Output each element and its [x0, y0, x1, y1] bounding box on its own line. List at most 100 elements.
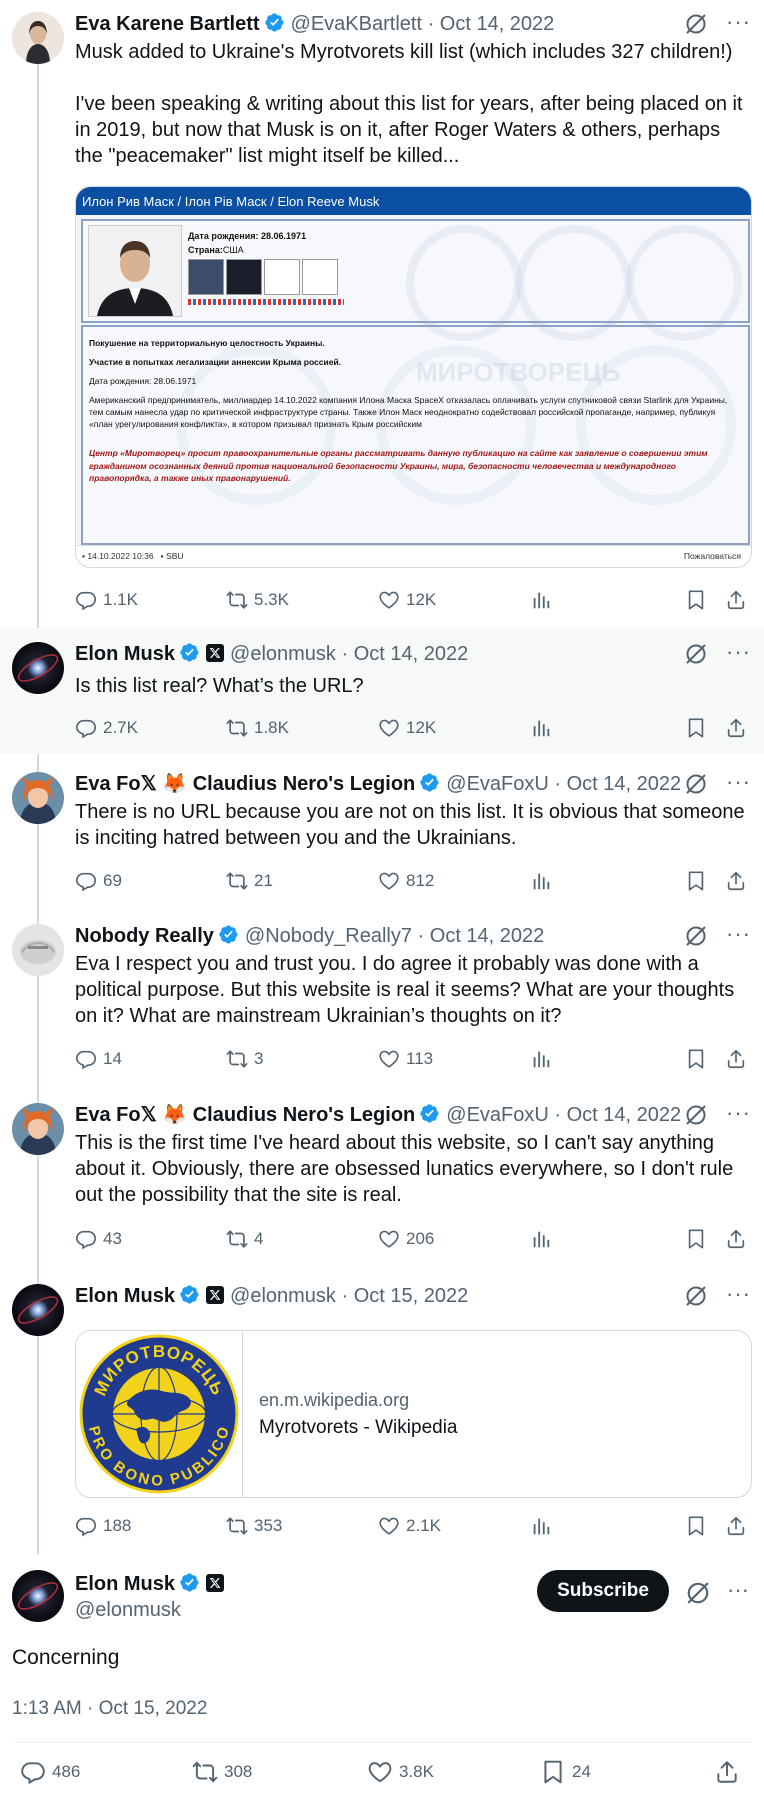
- subscribe-button[interactable]: Subscribe: [537, 1570, 669, 1612]
- author-handle[interactable]: @elonmusk: [75, 1599, 181, 1621]
- tweet-image[interactable]: Илон Рив Маск / Ілон Рів Маск / Elon Ree…: [75, 186, 752, 568]
- grok-icon[interactable]: [684, 1284, 708, 1308]
- avatar[interactable]: [12, 642, 64, 694]
- author-name[interactable]: Elon Musk: [75, 1285, 175, 1307]
- reply-button[interactable]: 2.7K: [75, 716, 138, 740]
- tweet-date[interactable]: · Oct 14, 2022: [554, 1104, 681, 1126]
- author-handle[interactable]: @elonmusk: [230, 1285, 336, 1307]
- more-options-icon[interactable]: ···: [726, 1283, 750, 1308]
- avatar[interactable]: [12, 924, 64, 976]
- link-preview-card[interactable]: МИРОТВОРЕЦЬ PRO BONO PUBLICO en.m.wikipe…: [75, 1330, 752, 1498]
- tweet-date[interactable]: · Oct 14, 2022: [554, 773, 681, 795]
- tweet-header: Nobody Really @Nobody_Really7 · Oct 14, 2…: [75, 924, 544, 948]
- author-name[interactable]: Elon Musk: [75, 643, 175, 665]
- grok-icon[interactable]: [684, 1103, 708, 1127]
- footer-date-text: 14.10.2022 10:36: [87, 551, 154, 561]
- more-options-icon[interactable]: ···: [726, 1579, 750, 1604]
- tweet-date[interactable]: · Oct 14, 2022: [418, 925, 545, 947]
- repost-button[interactable]: 3: [226, 1047, 263, 1071]
- grok-icon[interactable]: [684, 772, 708, 796]
- views-button[interactable]: [530, 1047, 558, 1071]
- image-header-title: Илон Рив Маск / Ілон Рів Маск / Elon Ree…: [82, 194, 380, 209]
- like-button[interactable]: 113: [378, 1047, 433, 1071]
- tweet-date[interactable]: · Oct 14, 2022: [428, 13, 555, 35]
- like-button[interactable]: 2.1K: [378, 1514, 441, 1538]
- like-button[interactable]: 812: [378, 869, 434, 893]
- repost-count: 3: [254, 1049, 264, 1068]
- link-title: Myrotvorets - Wikipedia: [259, 1417, 458, 1438]
- reply-button[interactable]: 486: [20, 1760, 80, 1784]
- bookmark-button[interactable]: [685, 716, 713, 740]
- views-button[interactable]: [530, 1227, 558, 1251]
- avatar[interactable]: [12, 772, 64, 824]
- repost-button[interactable]: 21: [226, 869, 273, 893]
- reply-button[interactable]: 188: [75, 1514, 131, 1538]
- repost-button[interactable]: 1.8K: [226, 716, 289, 740]
- more-options-icon[interactable]: ···: [726, 1102, 750, 1127]
- reply-button[interactable]: 43: [75, 1227, 122, 1251]
- share-button[interactable]: [725, 1047, 753, 1071]
- tweet-text: There is no URL because you are not on t…: [75, 801, 751, 849]
- views-button[interactable]: [530, 869, 558, 893]
- like-button[interactable]: 3.8K: [367, 1760, 434, 1784]
- like-button[interactable]: 206: [378, 1227, 434, 1251]
- like-button[interactable]: 12K: [378, 716, 436, 740]
- grok-icon[interactable]: [685, 1580, 711, 1606]
- like-count: 12K: [406, 718, 437, 737]
- avatar[interactable]: [12, 1103, 64, 1155]
- birth-date-2: Дата рождения: 28.06.1971: [89, 376, 197, 386]
- repost-button[interactable]: 4: [226, 1227, 263, 1251]
- reply-button[interactable]: 14: [75, 1047, 122, 1071]
- more-options-icon[interactable]: ···: [726, 11, 750, 36]
- views-button[interactable]: [530, 588, 558, 612]
- bookmark-button[interactable]: [685, 1047, 713, 1071]
- reply-button[interactable]: 1.1K: [75, 588, 138, 612]
- author-handle[interactable]: @elonmusk: [230, 643, 336, 665]
- tweet-header: Eva Fo𝕏 🦊 Claudius Nero's Legion @EvaFoxU…: [75, 1103, 681, 1127]
- repost-count: 4: [254, 1229, 264, 1248]
- tweet-date[interactable]: · Oct 15, 2022: [341, 1285, 468, 1307]
- repost-count: 353: [254, 1516, 283, 1535]
- author-handle[interactable]: @EvaFoxU: [446, 773, 549, 795]
- more-options-icon[interactable]: ···: [726, 923, 750, 948]
- share-button[interactable]: [714, 1760, 746, 1784]
- grok-icon[interactable]: [684, 642, 708, 666]
- avatar[interactable]: [12, 1284, 64, 1336]
- bookmark-button[interactable]: [685, 1514, 713, 1538]
- reply-button[interactable]: 69: [75, 869, 122, 893]
- avatar[interactable]: [12, 12, 64, 64]
- repost-button[interactable]: 308: [192, 1760, 252, 1784]
- author-name[interactable]: Eva Karene Bartlett: [75, 13, 260, 35]
- more-options-icon[interactable]: ···: [726, 771, 750, 796]
- author-handle[interactable]: @EvaFoxU: [446, 1104, 549, 1126]
- views-button[interactable]: [530, 1514, 558, 1538]
- bookmark-button[interactable]: [685, 869, 713, 893]
- bookmark-button[interactable]: [685, 588, 713, 612]
- repost-button[interactable]: 353: [226, 1514, 282, 1538]
- share-button[interactable]: [725, 1227, 753, 1251]
- bookmark-button[interactable]: [685, 1227, 713, 1251]
- like-button[interactable]: 12K: [378, 588, 436, 612]
- share-button[interactable]: [725, 869, 753, 893]
- country-value: США: [222, 245, 244, 255]
- bookmark-button[interactable]: 24: [540, 1760, 591, 1784]
- tweet-date[interactable]: · Oct 14, 2022: [341, 643, 468, 665]
- main-tweet-timestamp[interactable]: 1:13 AM · Oct 15, 2022: [12, 1698, 207, 1720]
- repost-button[interactable]: 5.3K: [226, 588, 289, 612]
- share-button[interactable]: [725, 716, 753, 740]
- author-name[interactable]: Eva Fo𝕏 🦊 Claudius Nero's Legion: [75, 773, 415, 795]
- author-name[interactable]: Elon Musk: [75, 1573, 175, 1595]
- reply-icon: [75, 870, 97, 892]
- grok-icon[interactable]: [684, 924, 708, 948]
- grok-icon[interactable]: [684, 12, 708, 36]
- author-handle[interactable]: @EvaKBartlett: [291, 13, 422, 35]
- author-name[interactable]: Nobody Really: [75, 925, 214, 947]
- share-button[interactable]: [725, 1514, 753, 1538]
- author-handle[interactable]: @Nobody_Really7: [245, 925, 412, 947]
- main-tweet-actions: 486 308 3.8K 24: [12, 1760, 752, 1788]
- views-button[interactable]: [530, 716, 558, 740]
- author-name[interactable]: Eva Fo𝕏 🦊 Claudius Nero's Legion: [75, 1104, 415, 1126]
- avatar[interactable]: [12, 1570, 64, 1622]
- more-options-icon[interactable]: ···: [726, 641, 750, 666]
- share-button[interactable]: [725, 588, 753, 612]
